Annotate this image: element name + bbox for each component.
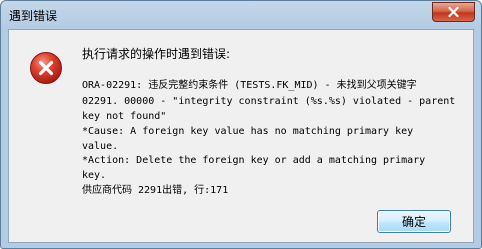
message-line-2: 02291. 00000 - "integrity constraint (%s… [82,96,456,107]
close-button[interactable] [432,2,475,22]
dialog-body: 执行请求的操作时遇到错误: ORA-02291: 违反完整约束条件 (TESTS… [8,29,474,243]
message-line-8: 供应商代码 2291出错, 行:171 [82,185,229,196]
message-line-3: key not found" [82,111,167,122]
message-line-6: *Action: Delete the foreign key or add a… [82,155,426,166]
window-title: 遇到错误 [9,9,58,23]
message-line-7: key. [82,170,107,181]
title-bar[interactable]: 遇到错误 [1,1,481,29]
message-line-1: ORA-02291: 违反完整约束条件 (TESTS.FK_MID) - 未找到… [82,80,417,91]
error-heading: 执行请求的操作时遇到错误: [82,47,231,61]
ok-button[interactable]: 确定 [377,210,451,233]
message-line-5: value. [82,141,119,152]
message-line-4: *Cause: A foreign key value has no match… [82,126,414,137]
error-dialog: 遇到错误 执行请求的操作时遇到错误: ORA-02291: 违反完整约束条件 (… [0,0,482,249]
error-icon [30,52,62,84]
close-icon [448,7,459,17]
